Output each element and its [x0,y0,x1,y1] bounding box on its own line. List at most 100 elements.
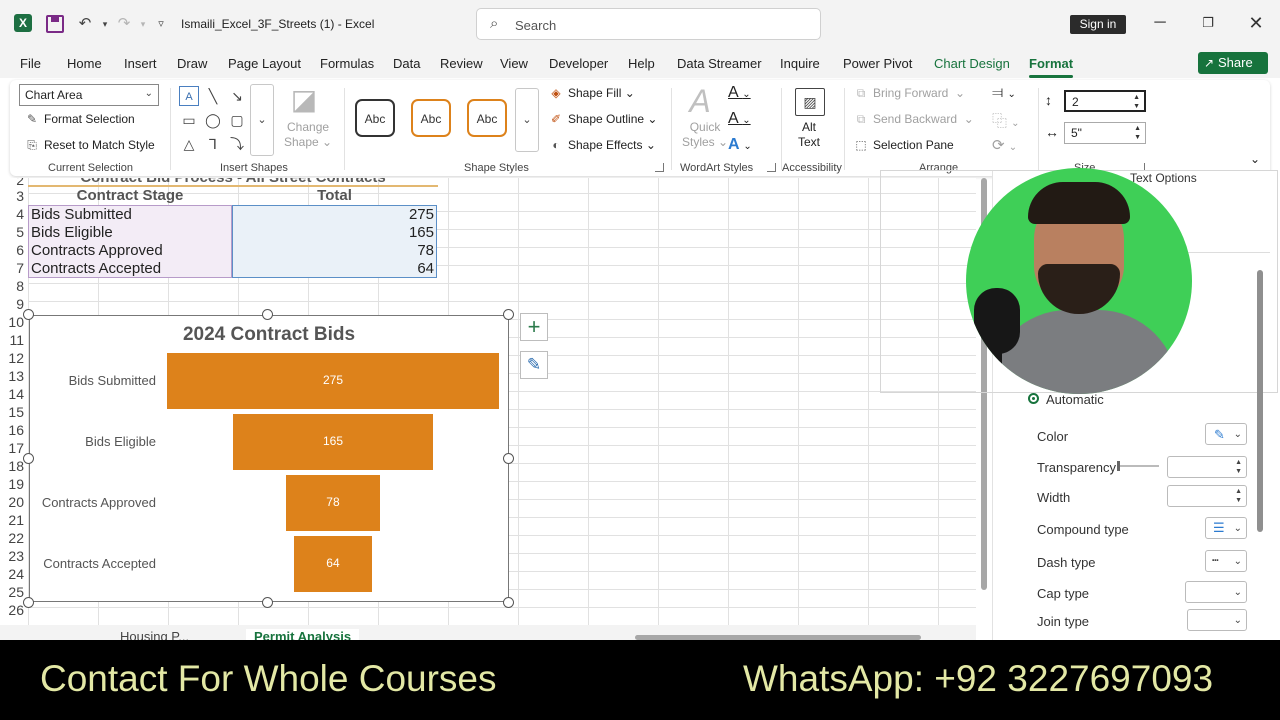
tab-chart-design[interactable]: Chart Design [934,56,1010,71]
cell-total[interactable]: 165 [232,224,434,242]
triangle-shape-icon[interactable]: △ [179,134,199,154]
row-number[interactable]: 14 [0,386,24,402]
spin-arrows-icon[interactable]: ▲ ▼ [1134,124,1141,142]
worksheet[interactable]: 2 3 4 5 6 7 8 9 10 11 12 13 14 15 16 17 … [0,178,976,625]
rotate-icon[interactable]: ⟳ ⌄ [992,136,1017,154]
wordart-launcher-icon[interactable] [767,163,776,172]
header-total[interactable]: Total [232,187,437,205]
tab-review[interactable]: Review [440,56,483,71]
bring-forward-button[interactable]: ⧉ Bring Forward ⌄ [853,86,965,101]
tab-draw[interactable]: Draw [177,56,207,71]
dash-type-dropdown[interactable]: ┅ ⌄ [1205,550,1247,572]
shape-outline-button[interactable]: ✐ Shape Outline ⌄ [548,112,657,126]
undo-dropdown-icon[interactable]: ▾ [95,14,115,34]
automatic-radio[interactable] [1028,393,1039,404]
shape-effects-button[interactable]: ◐ Shape Effects ⌄ [548,138,656,152]
resize-handle-bottom[interactable] [262,597,273,608]
text-options-tab[interactable]: Text Options [1130,171,1197,185]
cell-total[interactable]: 275 [232,206,434,224]
row-number[interactable]: 5 [0,224,24,240]
data-label[interactable]: 64 [294,556,371,570]
resize-handle-top-right[interactable] [503,309,514,320]
transparency-slider[interactable] [1117,465,1159,467]
transparency-slider-thumb[interactable] [1117,461,1120,471]
arrow-shape-icon[interactable]: ↘ [227,86,247,106]
category-label[interactable]: Bids Eligible [85,434,156,449]
line-shape-icon[interactable]: ╲ [203,86,223,106]
collapse-ribbon-icon[interactable]: ⌄ [1250,152,1260,166]
sheet-tab-permit-analysis[interactable]: Permit Analysis [246,629,360,640]
shape-style-orange-outline-2[interactable]: Abc [467,99,507,137]
oval-shape-icon[interactable]: ◯ [203,110,223,130]
row-number[interactable]: 22 [0,530,24,546]
tab-data-streamer[interactable]: Data Streamer [677,56,762,71]
tab-formulas[interactable]: Formulas [320,56,374,71]
sign-in-button[interactable]: Sign in [1070,15,1126,34]
data-label[interactable]: 275 [167,373,499,387]
cell-stage[interactable]: Bids Submitted [31,206,132,224]
curved-arrow-shape-icon[interactable]: ⤵ [227,134,247,154]
change-shape-button[interactable]: Change Shape ⌄ [284,120,332,150]
data-label[interactable]: 165 [233,434,432,448]
category-label[interactable]: Contracts Accepted [43,556,156,571]
format-selection-button[interactable]: ✎ Format Selection [24,112,135,126]
resize-handle-top[interactable] [262,309,273,320]
tab-view[interactable]: View [500,56,528,71]
funnel-bar[interactable]: 165 [233,414,433,470]
align-icon[interactable]: ⫤ ⌄ [992,84,1016,101]
cell-stage[interactable]: Contracts Accepted [31,260,161,278]
tab-developer[interactable]: Developer [549,56,608,71]
header-contract-stage[interactable]: Contract Stage [28,187,232,205]
shape-styles-more-icon[interactable]: ⌄ [515,88,539,152]
rectangle-shape-icon[interactable]: ▭ [179,110,199,130]
pane-vertical-scrollbar[interactable] [1256,258,1264,638]
funnel-chart[interactable]: 2024 Contract Bids Bids Submitted 275 Bids… [29,315,509,602]
funnel-bar[interactable]: 78 [285,475,381,531]
restore-icon[interactable]: ❐ [1197,12,1219,34]
row-number[interactable]: 15 [0,404,24,420]
resize-handle-right[interactable] [503,453,514,464]
cell-total[interactable]: 78 [232,242,434,260]
text-outline-icon[interactable]: A ⌄ [728,110,751,128]
row-number[interactable]: 6 [0,242,24,258]
row-number[interactable]: 13 [0,368,24,384]
compound-type-dropdown[interactable]: ☰ ⌄ [1205,517,1247,539]
text-box-shape-icon[interactable]: A [179,86,199,106]
tab-page-layout[interactable]: Page Layout [228,56,301,71]
resize-handle-left[interactable] [23,453,34,464]
cell-stage[interactable]: Contracts Approved [31,242,163,260]
row-number[interactable]: 3 [0,188,24,204]
transparency-input[interactable]: ▲ ▼ [1167,456,1247,478]
reset-to-match-style-button[interactable]: ⎘ Reset to Match Style [24,138,155,153]
shape-height-input[interactable]: 2 ▲ ▼ [1064,90,1146,112]
table-title[interactable]: Contract Bid Process - All Street Contra… [28,178,438,187]
row-number[interactable]: 25 [0,584,24,600]
funnel-bar[interactable]: 64 [294,536,372,592]
category-label[interactable]: Contracts Approved [42,495,156,510]
line-width-input[interactable]: ▲ ▼ [1167,485,1247,507]
spin-arrows-icon[interactable]: ▲ ▼ [1133,93,1140,111]
shape-width-input[interactable]: 5" ▲ ▼ [1064,122,1146,144]
alt-text-button[interactable]: Alt Text [798,120,820,150]
data-label[interactable]: 78 [286,495,380,509]
redo-icon[interactable]: ↷ [114,14,134,34]
minimize-icon[interactable]: ─ [1149,12,1171,34]
row-number[interactable]: 11 [0,332,24,348]
row-number[interactable]: 2 [0,178,24,188]
resize-handle-bottom-left[interactable] [23,597,34,608]
spin-arrows-icon[interactable]: ▲ ▼ [1235,458,1242,476]
tab-data[interactable]: Data [393,56,420,71]
send-backward-button[interactable]: ⧉ Send Backward ⌄ [853,112,974,127]
redo-dropdown-icon[interactable]: ▾ [133,14,153,34]
search-box[interactable]: ⌕ [476,8,821,40]
row-number[interactable]: 26 [0,602,24,618]
row-number[interactable]: 21 [0,512,24,528]
tab-power-pivot[interactable]: Power Pivot [843,56,912,71]
share-button[interactable]: Share [1198,52,1268,74]
shapes-more-icon[interactable]: ⌄ [250,84,274,156]
rounded-rectangle-shape-icon[interactable]: ▢ [227,110,247,130]
funnel-bar[interactable]: 275 [167,353,499,409]
row-number[interactable]: 4 [0,206,24,222]
row-number[interactable]: 8 [0,278,24,294]
chart-title[interactable]: 2024 Contract Bids [30,324,508,346]
